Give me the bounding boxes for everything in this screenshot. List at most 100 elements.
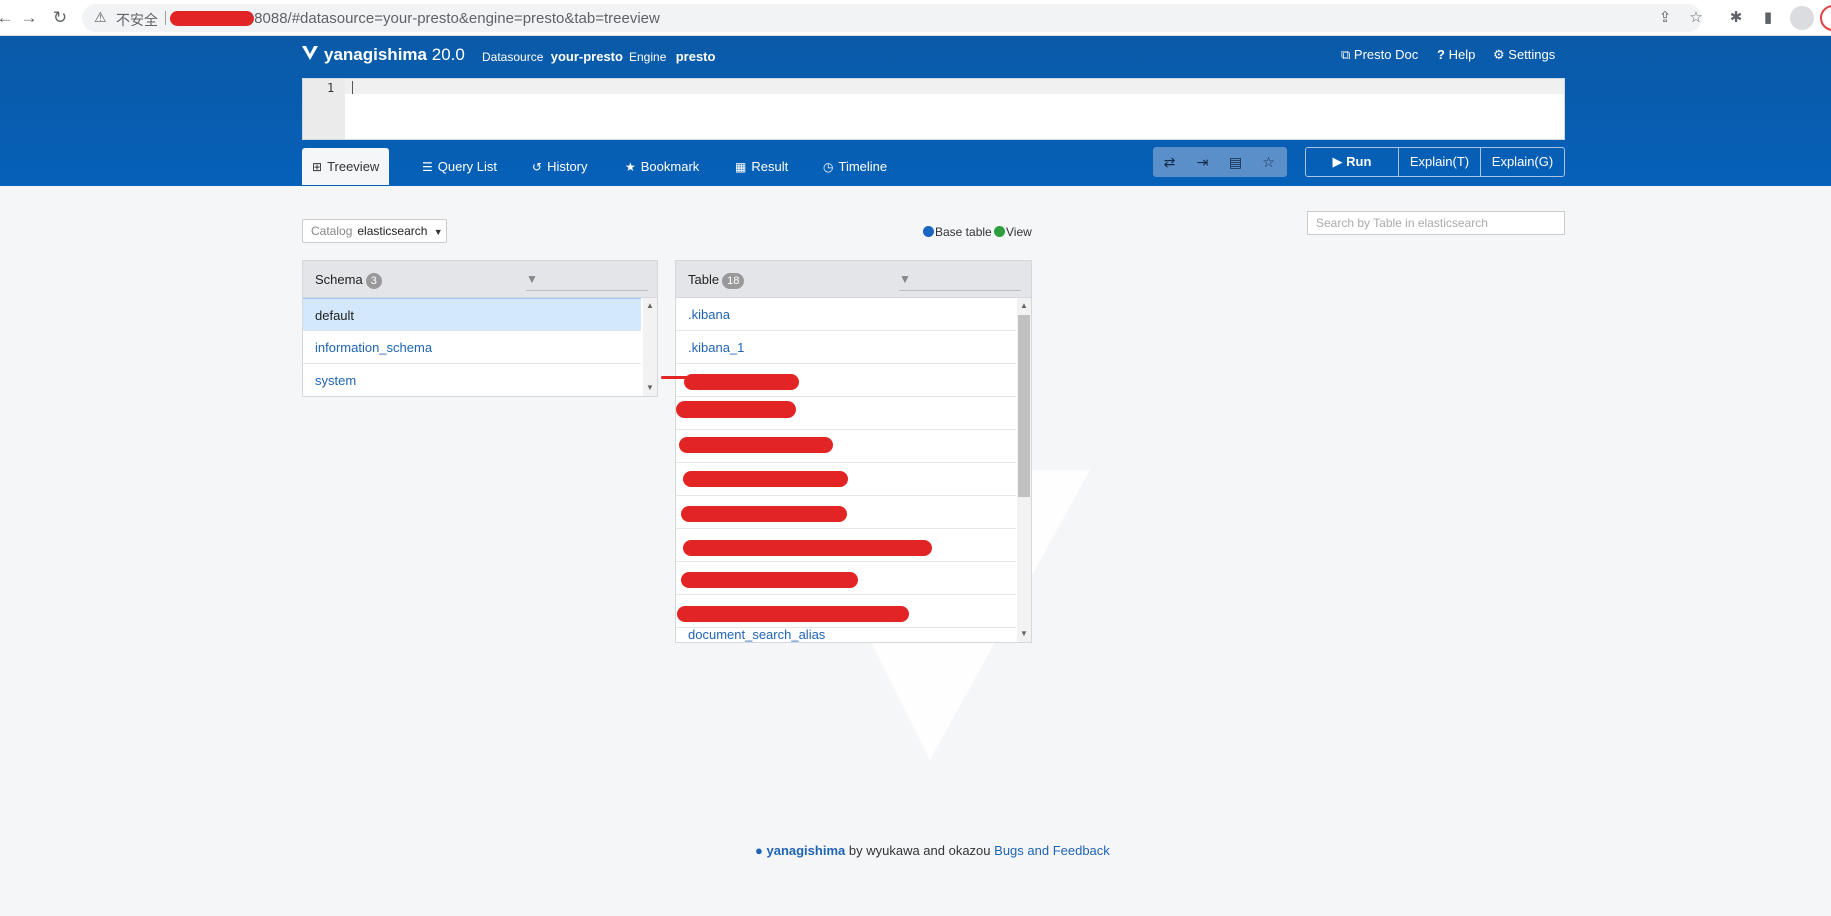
table-panel: Table 18 ▼ .kibana .kibana_1 document_sea…: [675, 260, 1032, 643]
base-table-dot: [923, 226, 934, 237]
side-panel-icon[interactable]: ▮: [1758, 8, 1778, 28]
extensions-icon[interactable]: ✱: [1726, 8, 1746, 28]
url-text: :8088/#datasource=your-presto&engine=pre…: [250, 10, 660, 27]
app-name: yanagishima: [324, 45, 427, 64]
explain-g-button[interactable]: Explain(G): [1480, 148, 1564, 176]
footer-credit: by wyukawa and okazou: [848, 843, 991, 858]
presto-doc-label: Presto Doc: [1353, 47, 1419, 62]
scroll-up-icon[interactable]: ▲: [644, 301, 656, 310]
redacted-host: [170, 11, 254, 26]
schema-item-information-schema[interactable]: information_schema: [303, 331, 641, 364]
catalog-label: Catalog: [311, 224, 353, 238]
legend-base-table: Base table: [923, 225, 992, 239]
divider: [165, 11, 166, 25]
tab-timeline[interactable]: ◷ Timeline: [813, 148, 897, 185]
table-scroll-thumb[interactable]: [1018, 315, 1030, 497]
footer: ● yanagishima by wyukawa and okazou Bugs…: [755, 843, 1110, 858]
share-icon[interactable]: ⇪: [1655, 8, 1675, 28]
table-icon: ▦: [735, 160, 747, 174]
forward-icon[interactable]: →: [18, 7, 40, 29]
schema-item-default[interactable]: default: [303, 298, 641, 331]
filter-icon: ▼: [526, 272, 538, 286]
gear-icon: ⚙: [1493, 47, 1505, 62]
redaction-mark: [661, 376, 691, 379]
run-label: Run: [1346, 154, 1372, 169]
legend-label: Base table: [935, 225, 992, 239]
tab-history[interactable]: ↺ History: [522, 148, 598, 185]
catalog-value: elasticsearch: [357, 224, 428, 238]
profile-update-icon[interactable]: [1820, 5, 1831, 31]
table-panel-header: Table 18 ▼: [676, 261, 1031, 298]
tab-query-list[interactable]: ☰ Query List: [412, 148, 507, 185]
schema-count-badge: 3: [365, 273, 382, 289]
clock-icon: ◷: [823, 160, 834, 174]
redaction-mark: [683, 471, 848, 487]
reload-icon[interactable]: ↻: [49, 7, 71, 29]
legend-label: View: [1006, 225, 1032, 239]
legend-view: View: [994, 225, 1032, 239]
engine-selector[interactable]: Engine presto: [629, 49, 715, 64]
browser-toolbar: ← → ↻ ⚠ 不安全 :8088/#datasource=your-prest…: [0, 0, 1831, 36]
insecure-label: 不安全: [116, 12, 158, 28]
table-filter-input[interactable]: [899, 290, 1021, 291]
tab-label: Timeline: [838, 159, 888, 174]
play-icon: ▶: [1332, 154, 1343, 169]
history-icon: ↺: [532, 160, 543, 174]
tab-label: Treeview: [327, 159, 380, 174]
table-search-input[interactable]: Search by Table in elasticsearch: [1307, 211, 1565, 235]
catalog-dropdown[interactable]: Catalog elasticsearch ▼: [302, 219, 447, 243]
back-icon[interactable]: ←: [0, 7, 16, 29]
schema-filter-input[interactable]: [526, 290, 648, 291]
run-button[interactable]: ▶ Run: [1306, 148, 1398, 176]
address-bar[interactable]: ⚠ 不安全 :8088/#datasource=your-presto&engi…: [82, 4, 1702, 32]
schema-panel: Schema 3 ▼ default information_schema sys…: [302, 260, 658, 397]
star-icon: ★: [625, 160, 636, 174]
profile-avatar[interactable]: [1790, 6, 1814, 30]
tab-label: Result: [751, 159, 789, 174]
bugs-feedback-link[interactable]: Bugs and Feedback: [994, 843, 1110, 858]
scroll-up-icon[interactable]: ▲: [1018, 301, 1030, 310]
table-title: Table 18: [688, 272, 745, 289]
indent-icon[interactable]: ⇥: [1186, 147, 1219, 177]
table-title-text: Table: [688, 272, 720, 287]
tab-treeview[interactable]: ⊞ Treeview: [302, 148, 390, 185]
table-item[interactable]: .kibana: [676, 298, 1016, 331]
datasource-selector[interactable]: Datasource your-presto: [482, 49, 623, 64]
explain-t-button[interactable]: Explain(T): [1398, 148, 1480, 176]
schema-title-text: Schema: [315, 272, 363, 287]
bookmark-star-icon[interactable]: ☆: [1686, 8, 1706, 28]
help-link[interactable]: ? Help: [1437, 47, 1475, 62]
settings-link[interactable]: ⚙ Settings: [1493, 47, 1555, 63]
tab-label: Query List: [437, 159, 498, 174]
warning-icon: ⚠: [94, 9, 107, 25]
view-dot: [994, 226, 1005, 237]
presto-doc-link[interactable]: ⧉ Presto Doc: [1341, 47, 1418, 63]
text-cursor: [352, 81, 353, 94]
scroll-down-icon[interactable]: ▼: [1018, 629, 1030, 638]
editor-tools: ⇄ ⇥ ▤ ☆: [1153, 147, 1287, 177]
run-actions: ▶ Run Explain(T) Explain(G): [1305, 147, 1565, 177]
star-outline-icon[interactable]: ☆: [1252, 147, 1285, 177]
app-brand[interactable]: yanagishima 20.0: [302, 45, 465, 65]
question-icon: ?: [1437, 47, 1445, 62]
footer-brand-link[interactable]: yanagishima: [766, 843, 845, 858]
tab-bookmark[interactable]: ★ Bookmark: [615, 148, 709, 185]
datasource-label: Datasource: [482, 50, 544, 64]
tab-label: Bookmark: [640, 159, 700, 174]
clipboard-icon[interactable]: ▤: [1219, 147, 1252, 177]
yanagishima-logo-icon: [302, 45, 318, 65]
table-item[interactable]: document_search_alias: [676, 628, 1016, 642]
redaction-mark: [681, 572, 858, 588]
redaction-mark: [676, 401, 796, 418]
schema-scrollbar[interactable]: [643, 298, 657, 396]
redaction-mark: [684, 374, 799, 390]
scroll-down-icon[interactable]: ▼: [644, 383, 656, 392]
exchange-icon[interactable]: ⇄: [1153, 147, 1186, 177]
query-editor[interactable]: 1: [302, 78, 1565, 140]
list-icon: ☰: [422, 160, 433, 174]
table-item[interactable]: .kibana_1: [676, 331, 1016, 364]
redaction-mark: [679, 437, 833, 453]
schema-item-system[interactable]: system: [303, 364, 641, 397]
tab-result[interactable]: ▦ Result: [725, 148, 798, 185]
filter-icon: ▼: [899, 272, 911, 286]
